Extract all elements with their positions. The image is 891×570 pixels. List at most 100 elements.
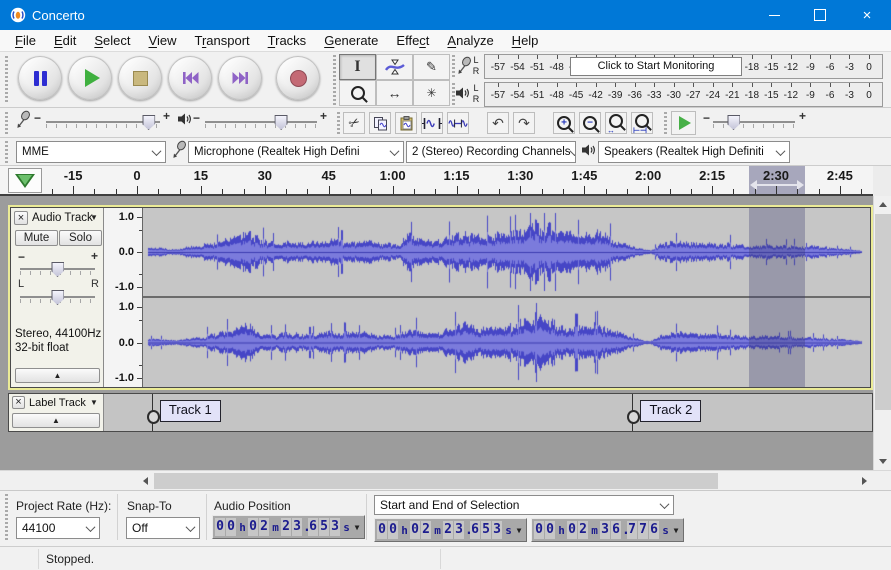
time-digit[interactable]: 3 [600,521,610,539]
label-track-content[interactable]: Track 1 Track 2 [104,394,872,431]
time-shift-tool-button[interactable]: ↔ [376,80,413,106]
time-digit[interactable]: 3 [454,521,464,539]
cut-button[interactable]: ✂ [343,112,365,134]
label-item[interactable]: Track 1 [160,400,221,422]
monitoring-tooltip[interactable]: Click to Start Monitoring [570,57,742,76]
selection-mode-select[interactable]: Start and End of Selection [374,495,674,515]
pan-slider[interactable] [20,290,95,305]
recording-channels-select[interactable]: 2 (Stereo) Recording Channels [406,141,576,163]
time-dropdown-icon[interactable]: ▼ [352,523,362,532]
time-unit[interactable]: m [432,524,443,537]
multi-tool-button[interactable]: ✳ [413,80,450,106]
snap-to-select[interactable]: Off [126,517,200,539]
vertical-scroll-thumb[interactable] [875,214,891,410]
scroll-right-button[interactable] [856,473,873,489]
close-track-button[interactable]: × [14,211,28,225]
time-digit[interactable]: 5 [319,518,329,536]
close-button[interactable]: × [843,0,891,30]
selection-end-time[interactable]: 00h02m36.776s▼ [531,518,684,542]
recording-meter-grip[interactable] [452,55,455,77]
time-digit[interactable]: 2 [578,521,588,539]
time-digit[interactable]: 7 [627,521,637,539]
time-digit[interactable]: 2 [443,521,453,539]
time-digit[interactable]: 0 [545,521,555,539]
time-digit[interactable]: 0 [248,518,258,536]
selection-start-time[interactable]: 00h02m23.653s▼ [374,518,527,542]
horizontal-scroll-thumb[interactable] [154,473,718,489]
time-unit[interactable]: s [503,524,514,537]
playback-meter-grip[interactable] [452,83,455,105]
menu-select[interactable]: Select [85,30,139,51]
mute-button[interactable]: Mute [15,230,58,246]
label-track-title[interactable]: Label Track [29,397,86,409]
play-at-speed-grip[interactable] [664,112,667,134]
selection-toolbar-grip[interactable] [5,494,8,542]
time-dropdown-icon[interactable]: ▼ [514,526,524,535]
timeline-pin-button[interactable] [8,168,42,193]
audio-position-time[interactable]: 00h02m23.653s▼ [212,515,365,539]
project-rate-select[interactable]: 44100 [16,517,100,539]
skip-to-end-button[interactable] [218,56,262,100]
time-digit[interactable]: 6 [470,521,480,539]
draw-tool-button[interactable]: ✎ [413,54,450,80]
menu-edit[interactable]: Edit [45,30,85,51]
stop-button[interactable] [118,56,162,100]
tools-toolbar-grip[interactable] [333,55,336,105]
playback-device-select[interactable]: Speakers (Realtek High Definiti [598,141,790,163]
label-anchor[interactable] [147,410,160,424]
undo-button[interactable]: ↶ [487,112,509,134]
menu-file[interactable]: File [6,30,45,51]
time-digit[interactable]: 6 [308,518,318,536]
gain-slider[interactable] [20,262,95,277]
time-unit[interactable]: h [399,524,410,537]
transport-toolbar-grip[interactable] [5,56,8,102]
time-digit[interactable]: 2 [421,521,431,539]
recording-device-select[interactable]: Microphone (Realtek High Defini [188,141,404,163]
time-digit[interactable]: 0 [377,521,387,539]
time-digit[interactable]: 0 [567,521,577,539]
mixer-toolbar-grip[interactable] [5,112,8,134]
label-item[interactable]: Track 2 [640,400,701,422]
time-digit[interactable]: 0 [388,521,398,539]
audio-track-title[interactable]: Audio Track [32,212,93,224]
maximize-button[interactable] [797,0,843,30]
solo-button[interactable]: Solo [59,230,102,246]
menu-view[interactable]: View [140,30,186,51]
horizontal-scrollbar[interactable] [0,470,891,490]
selection-tool-button[interactable]: I [339,54,376,80]
time-digit[interactable]: 7 [638,521,648,539]
label-track-menu-arrow-icon[interactable]: ▼ [90,398,98,407]
collapse-track-button[interactable]: ▲ [15,368,100,383]
play-at-speed-button[interactable] [671,111,696,135]
time-digit[interactable]: 6 [649,521,659,539]
trim-audio-button[interactable] [421,112,443,134]
time-unit[interactable]: h [556,524,567,537]
zoom-in-button[interactable]: + [553,112,575,134]
time-unit[interactable]: m [589,524,600,537]
menu-effect[interactable]: Effect [387,30,438,51]
close-label-track-button[interactable]: × [12,396,25,409]
time-digit[interactable]: 2 [259,518,269,536]
edit-toolbar-grip[interactable] [337,112,340,134]
redo-button[interactable]: ↷ [513,112,535,134]
waveform-area[interactable] [143,208,870,387]
time-digit[interactable]: 3 [330,518,340,536]
zoom-out-button[interactable]: − [579,112,601,134]
time-digit[interactable]: 0 [215,518,225,536]
menu-help[interactable]: Help [503,30,548,51]
playback-meter[interactable]: -57-54-51-48-45-42-39-36-33-30-27-24-21-… [484,82,883,107]
skip-to-start-button[interactable] [168,56,212,100]
paste-button[interactable] [395,112,417,134]
silence-audio-button[interactable] [447,112,469,134]
envelope-tool-button[interactable] [376,54,413,80]
fit-selection-button[interactable]: ↔ [605,112,627,134]
track-menu-arrow-icon[interactable]: ▼ [90,213,98,222]
time-dropdown-icon[interactable]: ▼ [671,526,681,535]
time-digit[interactable]: 3 [492,521,502,539]
time-unit[interactable]: h [237,521,248,534]
time-unit[interactable]: s [660,524,671,537]
timeline-ruler[interactable]: -1501530451:001:151:301:452:002:152:302:… [0,166,873,196]
time-digit[interactable]: 0 [410,521,420,539]
menu-transport[interactable]: Transport [185,30,258,51]
audio-host-select[interactable]: MME [16,141,166,163]
